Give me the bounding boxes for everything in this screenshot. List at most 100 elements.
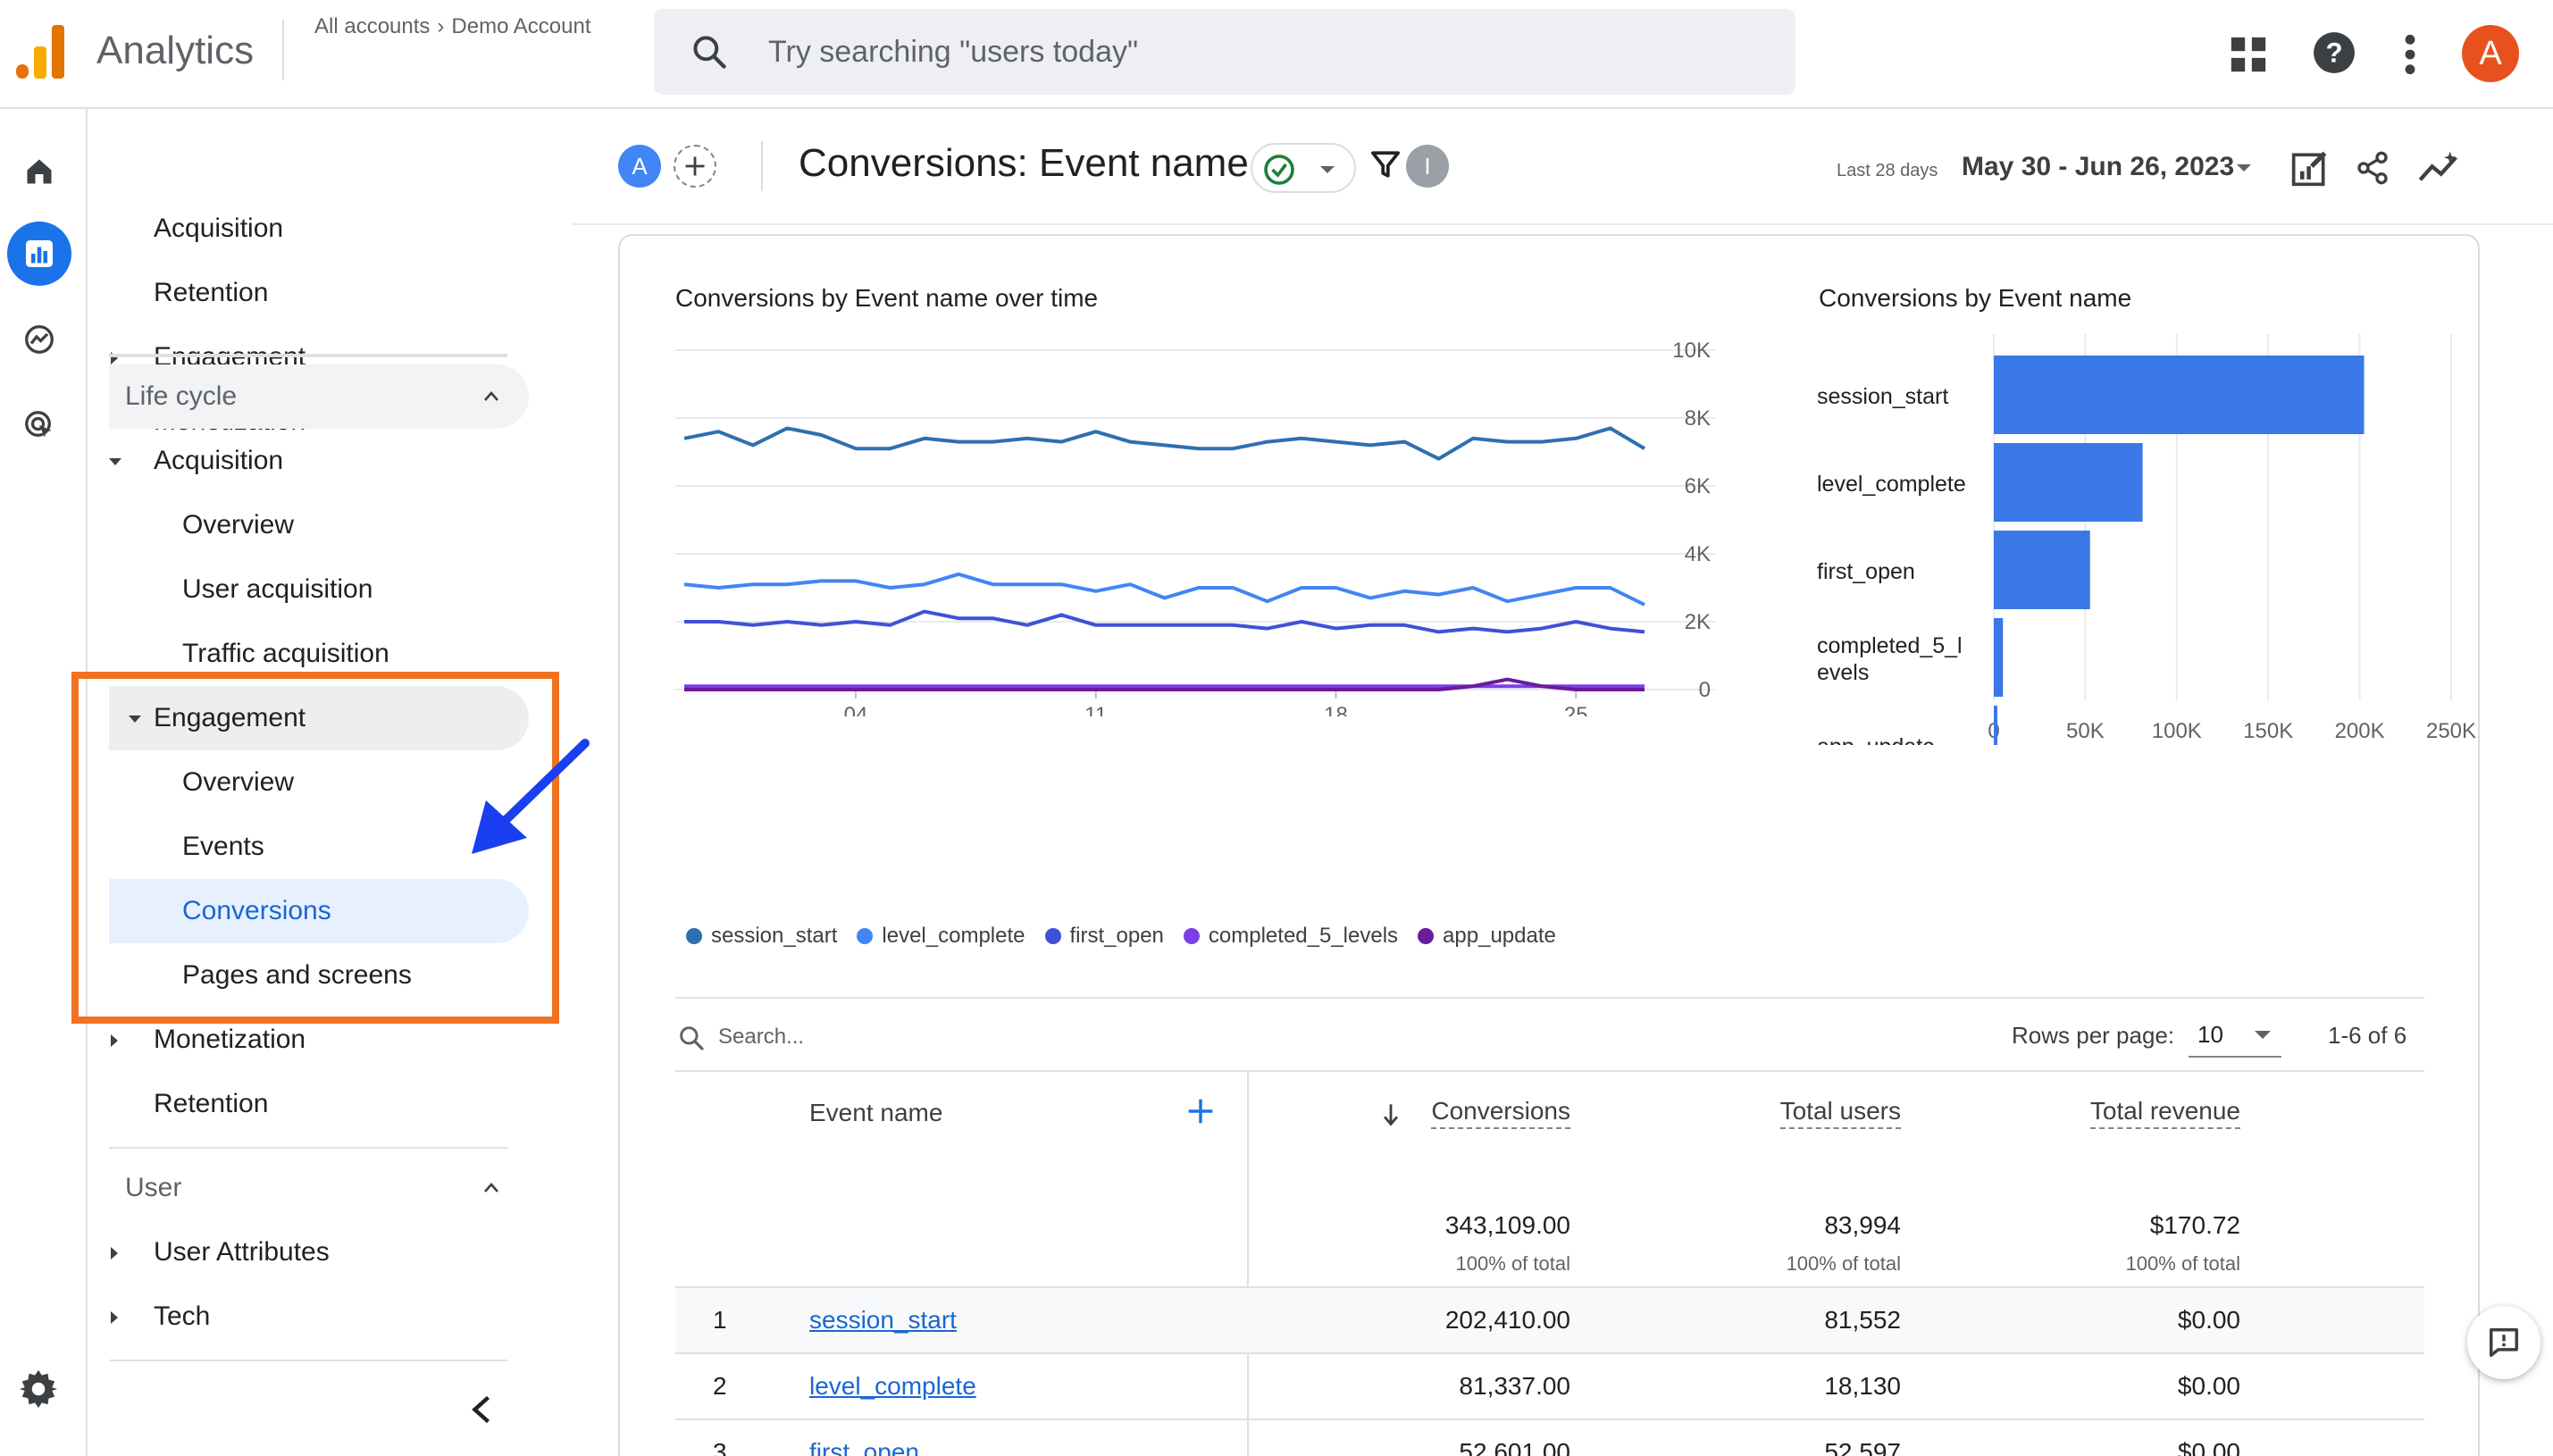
nav-user-attributes-row[interactable]: User Attributes xyxy=(89,1220,509,1284)
filter-icon[interactable] xyxy=(1370,148,1401,180)
insights-icon[interactable] xyxy=(2417,150,2462,186)
annotation-arrow-icon xyxy=(472,739,590,854)
column-header-event-name[interactable]: Event name xyxy=(809,1099,942,1127)
nav-acquisition[interactable]: Acquisition xyxy=(154,197,283,261)
more-vert-icon[interactable] xyxy=(2401,32,2419,77)
rows-per-page-value: 10 xyxy=(2197,1021,2223,1048)
sort-descending-arrow-icon[interactable] xyxy=(1381,1102,1401,1127)
collapse-nav-chevron-left-icon[interactable] xyxy=(468,1393,495,1426)
top-bar: Analytics All accounts ›Demo Account ? A xyxy=(0,0,2553,109)
share-icon[interactable] xyxy=(2355,148,2390,188)
legend-item-app_update[interactable]: app_update xyxy=(1418,924,1556,949)
column-header-total-users[interactable]: Total users xyxy=(1779,1097,1901,1129)
legend-item-level_complete[interactable]: level_complete xyxy=(857,924,1025,949)
breadcrumb-account[interactable]: Demo Account xyxy=(451,14,590,38)
x-tick-label: 150K xyxy=(2243,719,2293,743)
legend-item-completed_5_levels[interactable]: completed_5_levels xyxy=(1183,924,1398,949)
row-index: 2 xyxy=(713,1372,727,1400)
bar-chart-title: Conversions by Event name xyxy=(1819,284,2132,312)
dropdown-arrow-icon xyxy=(1320,166,1335,173)
date-range-label[interactable]: Last 28 days xyxy=(1837,161,1938,181)
nav-lc-acquisition-row[interactable]: Acquisition xyxy=(89,429,509,493)
filter-badge[interactable]: I xyxy=(1406,145,1449,188)
row-total-users: 18,130 xyxy=(1824,1372,1901,1400)
add-comparison-button[interactable] xyxy=(674,145,716,188)
caret-right-icon xyxy=(111,1247,118,1259)
report-card: Conversions by Event name over time Conv… xyxy=(618,234,2480,1456)
search-input[interactable] xyxy=(768,9,1751,95)
report-status-dropdown[interactable] xyxy=(1251,143,1356,193)
rows-per-page-select[interactable]: 10 xyxy=(2189,1011,2281,1058)
y-tick-label: 2K xyxy=(1685,610,1711,634)
row-total-users: 81,552 xyxy=(1824,1306,1901,1334)
feedback-button[interactable] xyxy=(2467,1306,2540,1379)
analytics-logo-icon[interactable] xyxy=(16,25,66,79)
user-avatar[interactable]: A xyxy=(2462,25,2519,82)
nav-acq-overview[interactable]: Overview xyxy=(182,493,294,557)
table-row: 3 first_open 52,601.00 52,597 $0.00 xyxy=(675,1418,2424,1456)
search-icon xyxy=(693,36,726,69)
caret-right-icon xyxy=(111,1311,118,1324)
nav-divider xyxy=(109,356,507,357)
comparison-chip[interactable]: A xyxy=(618,145,661,188)
customize-report-icon[interactable] xyxy=(2290,148,2330,188)
advertising-icon xyxy=(25,411,52,438)
nav-retention[interactable]: Retention xyxy=(154,261,268,325)
line-chart-title: Conversions by Event name over time xyxy=(675,284,1099,312)
column-header-conversions[interactable]: Conversions xyxy=(1431,1097,1570,1129)
row-index: 1 xyxy=(713,1306,727,1334)
series-line-session_start xyxy=(683,426,1646,461)
date-dropdown-arrow-icon[interactable] xyxy=(2237,164,2251,172)
x-tick-label: 250K xyxy=(2426,719,2476,743)
y-tick-label: 10K xyxy=(1672,341,1711,363)
svg-text:?: ? xyxy=(2325,37,2342,68)
total-conversions-share: 100% of total xyxy=(1455,1252,1570,1275)
bar-chart[interactable]: 050K100K150K200K250Ksession_startlevel_c… xyxy=(1817,334,2478,745)
nav-tech-row[interactable]: Tech xyxy=(89,1284,509,1349)
event-link-first-open[interactable]: first_open xyxy=(809,1438,919,1456)
section-user-label: User xyxy=(125,1173,182,1202)
search-bar[interactable] xyxy=(654,9,1795,95)
column-header-total-revenue[interactable]: Total revenue xyxy=(2089,1097,2240,1129)
category-label: evels xyxy=(1817,660,1869,685)
rail-home-button[interactable] xyxy=(7,139,71,204)
nav-user-attributes[interactable]: User Attributes xyxy=(154,1220,330,1284)
nav-lc-acquisition[interactable]: Acquisition xyxy=(154,429,283,493)
legend-swatch xyxy=(686,928,702,944)
rows-per-page-label: Rows per page: xyxy=(2012,1022,2175,1049)
date-range-picker[interactable]: May 30 - Jun 26, 2023 xyxy=(1962,152,2234,182)
line-chart[interactable]: 10K8K6K4K2K004Jun111825 xyxy=(675,341,1729,716)
rail-reports-button[interactable] xyxy=(7,222,71,286)
report-header: A Conversions: Event name I Last 28 days… xyxy=(590,134,2501,205)
breadcrumb[interactable]: All accounts › Demo Account xyxy=(314,14,591,39)
x-tick-label: 04 xyxy=(844,703,868,716)
settings-gear-icon[interactable] xyxy=(18,1368,59,1410)
category-label: level_complete xyxy=(1817,472,1966,497)
bar-0 xyxy=(1994,356,2365,434)
category-label: session_start xyxy=(1817,384,1948,409)
event-link-level-complete[interactable]: level_complete xyxy=(809,1372,976,1401)
section-lifecycle[interactable]: Life cycle xyxy=(109,364,529,429)
section-user[interactable]: User xyxy=(109,1156,529,1220)
event-link-session-start[interactable]: session_start xyxy=(809,1306,957,1335)
legend-item-session_start[interactable]: session_start xyxy=(686,924,837,949)
breadcrumb-all-accounts[interactable]: All accounts xyxy=(314,14,430,38)
table-top-rule xyxy=(675,997,2424,999)
add-dimension-plus-icon[interactable] xyxy=(1186,1097,1215,1125)
apps-grid-icon[interactable] xyxy=(2228,34,2269,75)
row-total-users: 52,597 xyxy=(1824,1438,1901,1456)
nav-user-acquisition[interactable]: User acquisition xyxy=(182,557,372,622)
legend-label: app_update xyxy=(1443,924,1556,948)
nav-lc-retention[interactable]: Retention xyxy=(154,1072,268,1136)
rail-advertising-button[interactable] xyxy=(7,393,71,457)
legend-swatch xyxy=(1418,928,1435,944)
table-search-input[interactable] xyxy=(718,1015,1254,1059)
legend-item-first_open[interactable]: first_open xyxy=(1044,924,1164,949)
x-tick-label: 200K xyxy=(2335,719,2385,743)
nav-tech[interactable]: Tech xyxy=(154,1284,210,1349)
explore-icon xyxy=(25,325,54,354)
plus-icon xyxy=(685,156,705,176)
help-icon[interactable]: ? xyxy=(2312,30,2356,75)
row-conversions: 81,337.00 xyxy=(1459,1372,1570,1400)
rail-explore-button[interactable] xyxy=(7,307,71,372)
